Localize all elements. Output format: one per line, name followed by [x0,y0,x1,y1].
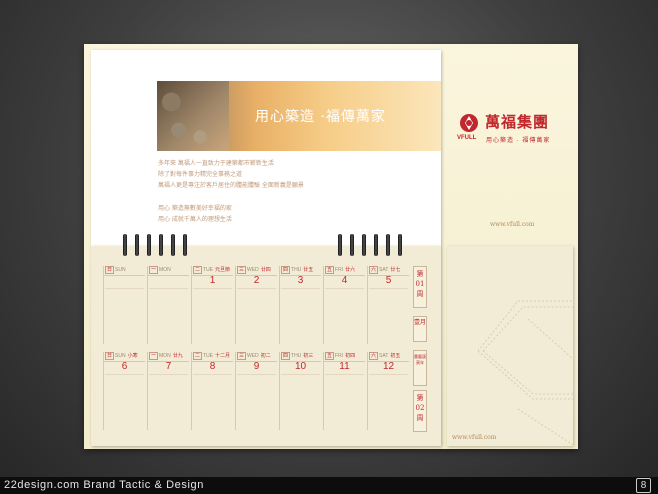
binding-ring [362,234,366,256]
day-cell[interactable]: 四 THU 初三 10 [279,352,321,430]
lunar-date: 初三 [303,353,314,359]
day-number: 2 [253,275,260,286]
logo-tagline: 用心築造 · 福傳萬家 [486,138,551,144]
stage: 用心築造 ·福傳萬家 多年來 萬福人一直致力于建築都市嶄新生活 除了對每件事力精… [0,0,658,494]
day-cell[interactable]: 二 TUE 十二月 8 [191,352,233,430]
weekday-cn: 三 [237,352,247,360]
weekday-cn: 日 [105,266,115,274]
binding-ring [183,234,187,256]
weekday-en: SUN [115,353,126,359]
weekday-en: THU [291,353,302,359]
lunar-date: 廿四 [260,267,271,273]
weekday-en: TUE [203,353,214,359]
weekday-en: MON [159,353,171,359]
binding-ring [338,234,342,256]
weekday-cn: 六 [369,266,379,274]
day-cell[interactable]: 一 MON 廿九 7 [147,352,189,430]
weekday-en: SAT [379,267,389,273]
weekday-en: FRI [335,267,344,273]
day-number: 6 [121,361,128,372]
footer-credit[interactable]: 22design.com Brand Tactic & Design [4,479,204,491]
day-cell[interactable]: 五 FRI 廿六 4 [323,266,365,344]
day-cell[interactable]: 六 SAT 初五 12 [367,352,409,430]
binding-ring [135,234,139,256]
weekday-en: MON [159,267,171,273]
weekday-cn: 日 [105,352,115,360]
banner-slogan: 用心築造 ·福傳萬家 [255,109,386,125]
binding-ring [123,234,127,256]
lunar-date: 小寒 [127,353,138,359]
day-cell[interactable]: 二 TUE 元旦節 1 [191,266,233,344]
website-url-top[interactable]: www.vfull.com [490,221,534,228]
binding-ring [398,234,402,256]
page-number-icon[interactable]: 8 [636,478,651,493]
binding-ring [171,234,175,256]
day-number: 1 [209,275,216,286]
intro-line-1: 多年來 萬福人一直致力于建築都市嶄新生活 [158,160,274,167]
day-number: 7 [165,361,172,372]
day-number: 9 [253,361,260,372]
intro-line-2: 除了對每件事力精完全事務之道 [158,171,243,178]
day-cell[interactable]: 一 MON [147,266,189,344]
day-cell[interactable]: 三 WED 廿四 2 [235,266,277,344]
day-number: 3 [297,275,304,286]
day-cell[interactable]: 五 FRI 初四 11 [323,352,365,430]
logo-name-cn: 萬福集團 [485,113,550,131]
weekday-cn: 五 [325,352,335,360]
intro-line-4: 用心 築造無數美好幸福的家 [158,205,232,212]
weekday-en: SAT [379,353,389,359]
binding-ring [386,234,390,256]
weekday-cn: 四 [281,352,291,360]
lunar-date: 廿六 [345,267,356,273]
weekday-en: WED [247,353,259,359]
lunar-date: 初二 [260,353,271,359]
day-cell[interactable]: 日 SUN 小寒 6 [103,352,145,430]
weekday-en: SUN [115,267,126,273]
month-label: 壹月 [413,316,427,342]
binding-ring [159,234,163,256]
day-cell[interactable]: 四 THU 廿五 3 [279,266,321,344]
intro-line-3: 萬福人更是專注於客戶居住的體能體驗 全面新義是願景 [158,182,304,189]
day-number: 11 [339,361,350,372]
day-cell[interactable]: 三 WED 初二 9 [235,352,277,430]
weekday-cn: 二 [193,266,203,274]
folded-lines-decoration [478,300,573,446]
weekday-en: THU [291,267,302,273]
day-number: 10 [294,361,307,372]
weekday-cn: 四 [281,266,291,274]
pebbles-image [157,81,229,151]
binding-ring [350,234,354,256]
day-number: 12 [382,361,395,372]
day-number: 8 [209,361,216,372]
lunar-date: 廿九 [172,353,183,359]
weekday-cn: 一 [149,266,159,274]
vfull-logo-icon [460,114,478,132]
intro-line-5: 用心 成就千萬人的理想生活 [158,216,232,223]
weekday-cn: 六 [369,352,379,360]
lunar-date: 廿七 [390,267,401,273]
weekday-cn: 一 [149,352,159,360]
lunar-date: 廿五 [303,267,314,273]
binding-ring [147,234,151,256]
lunar-date: 元旦節 [215,267,231,273]
day-cell[interactable]: 六 SAT 廿七 5 [367,266,409,344]
weekday-en: WED [247,267,259,273]
day-cell[interactable]: 日 SUN [103,266,145,344]
week-label-1: 第01周 [413,266,427,308]
lunar-year-label: 農曆庚寅年 [413,350,427,386]
week-label-2: 第02周 [413,390,427,432]
binding-ring [374,234,378,256]
weekday-cn: 三 [237,266,247,274]
weekday-cn: 五 [325,266,335,274]
week-side-strip: 第01周 壹月 農曆庚寅年 第02周 [413,264,427,432]
weekday-cn: 二 [193,352,203,360]
lunar-date: 初五 [390,353,401,359]
day-number: 4 [341,275,348,286]
logo-name-en: VFULL [457,135,477,141]
day-number: 5 [385,275,392,286]
weekday-en: FRI [335,353,344,359]
lunar-date: 初四 [345,353,356,359]
weekday-en: TUE [203,267,214,273]
lunar-date: 十二月 [215,353,231,359]
